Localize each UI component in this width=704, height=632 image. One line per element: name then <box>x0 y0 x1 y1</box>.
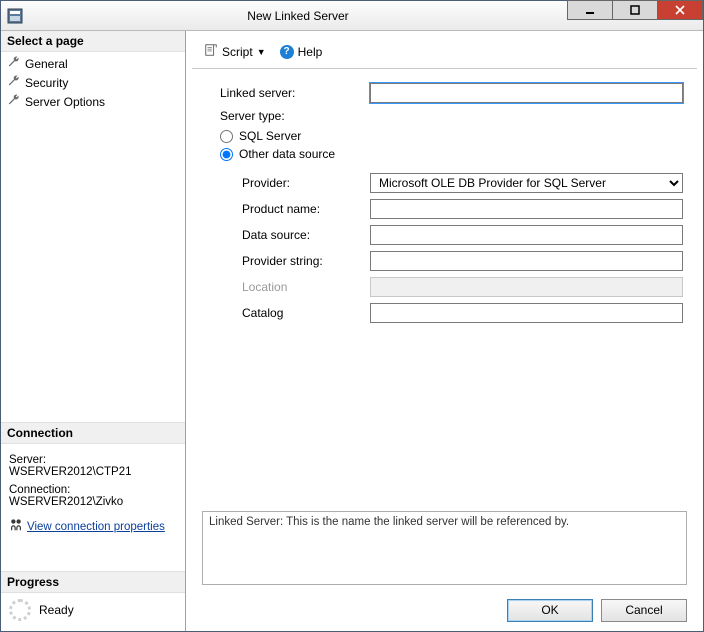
wrench-icon <box>7 74 21 91</box>
radio-sql-label: SQL Server <box>239 129 301 143</box>
catalog-label: Catalog <box>220 306 370 320</box>
wrench-icon <box>7 55 21 72</box>
toolbar: Script ▼ ? Help <box>192 35 697 69</box>
help-button[interactable]: ? Help <box>276 43 327 61</box>
product-name-input[interactable] <box>370 199 683 219</box>
nav-label: Security <box>25 76 68 90</box>
nav-general[interactable]: General <box>1 54 185 73</box>
data-source-label: Data source: <box>220 228 370 242</box>
connection-header: Connection <box>1 422 185 444</box>
wrench-icon <box>7 93 21 110</box>
nav-label: General <box>25 57 68 71</box>
progress-status-block: Ready <box>1 593 185 631</box>
window-title: New Linked Server <box>29 9 567 23</box>
content-area: Select a page General Security Server Op… <box>1 31 703 631</box>
nav-security[interactable]: Security <box>1 73 185 92</box>
progress-status: Ready <box>39 603 74 617</box>
script-label: Script <box>222 45 253 59</box>
product-name-label: Product name: <box>220 202 370 216</box>
data-source-input[interactable] <box>370 225 683 245</box>
close-button[interactable] <box>657 0 703 20</box>
server-label: Server: <box>9 454 177 466</box>
server-type-label: Server type: <box>220 109 370 123</box>
chevron-down-icon: ▼ <box>257 47 266 57</box>
radio-sql-server[interactable] <box>220 130 233 143</box>
location-input <box>370 277 683 297</box>
ok-button[interactable]: OK <box>507 599 593 622</box>
form-area: Linked server: Server type: SQL Server O… <box>186 69 703 507</box>
provider-string-input[interactable] <box>370 251 683 271</box>
radio-other-data-source[interactable] <box>220 148 233 161</box>
connection-info: Server: WSERVER2012\CTP21 Connection: WS… <box>1 444 185 543</box>
titlebar: New Linked Server <box>1 1 703 31</box>
progress-spinner-icon <box>9 599 31 621</box>
provider-string-label: Provider string: <box>220 254 370 268</box>
dialog-footer: OK Cancel <box>186 589 703 631</box>
connection-label: Connection: <box>9 484 177 496</box>
server-value: WSERVER2012\CTP21 <box>9 466 177 478</box>
location-label: Location <box>220 280 370 294</box>
properties-icon <box>9 518 23 535</box>
page-nav: General Security Server Options <box>1 52 185 113</box>
link-text: View connection properties <box>27 521 165 533</box>
linked-server-label: Linked server: <box>220 86 370 100</box>
progress-header: Progress <box>1 571 185 593</box>
help-label: Help <box>298 45 323 59</box>
linked-server-input[interactable] <box>370 83 683 103</box>
connection-value: WSERVER2012\Zivko <box>9 496 177 508</box>
help-icon: ? <box>280 45 294 59</box>
nav-label: Server Options <box>25 95 105 109</box>
dialog-window: New Linked Server Select a page General … <box>0 0 704 632</box>
app-icon <box>7 8 23 24</box>
provider-select[interactable]: Microsoft OLE DB Provider for SQL Server <box>370 173 683 193</box>
minimize-button[interactable] <box>567 0 613 20</box>
hint-box: Linked Server: This is the name the link… <box>202 511 687 585</box>
radio-other-label: Other data source <box>239 147 335 161</box>
maximize-button[interactable] <box>612 0 658 20</box>
provider-label: Provider: <box>220 176 370 190</box>
main-panel: Script ▼ ? Help Linked server: Server ty… <box>186 31 703 631</box>
select-page-header: Select a page <box>1 31 185 52</box>
nav-server-options[interactable]: Server Options <box>1 92 185 111</box>
cancel-button[interactable]: Cancel <box>601 599 687 622</box>
view-connection-properties-link[interactable]: View connection properties <box>9 518 165 535</box>
script-icon <box>204 43 218 60</box>
sidebar: Select a page General Security Server Op… <box>1 31 186 631</box>
script-button[interactable]: Script ▼ <box>200 41 270 62</box>
catalog-input[interactable] <box>370 303 683 323</box>
